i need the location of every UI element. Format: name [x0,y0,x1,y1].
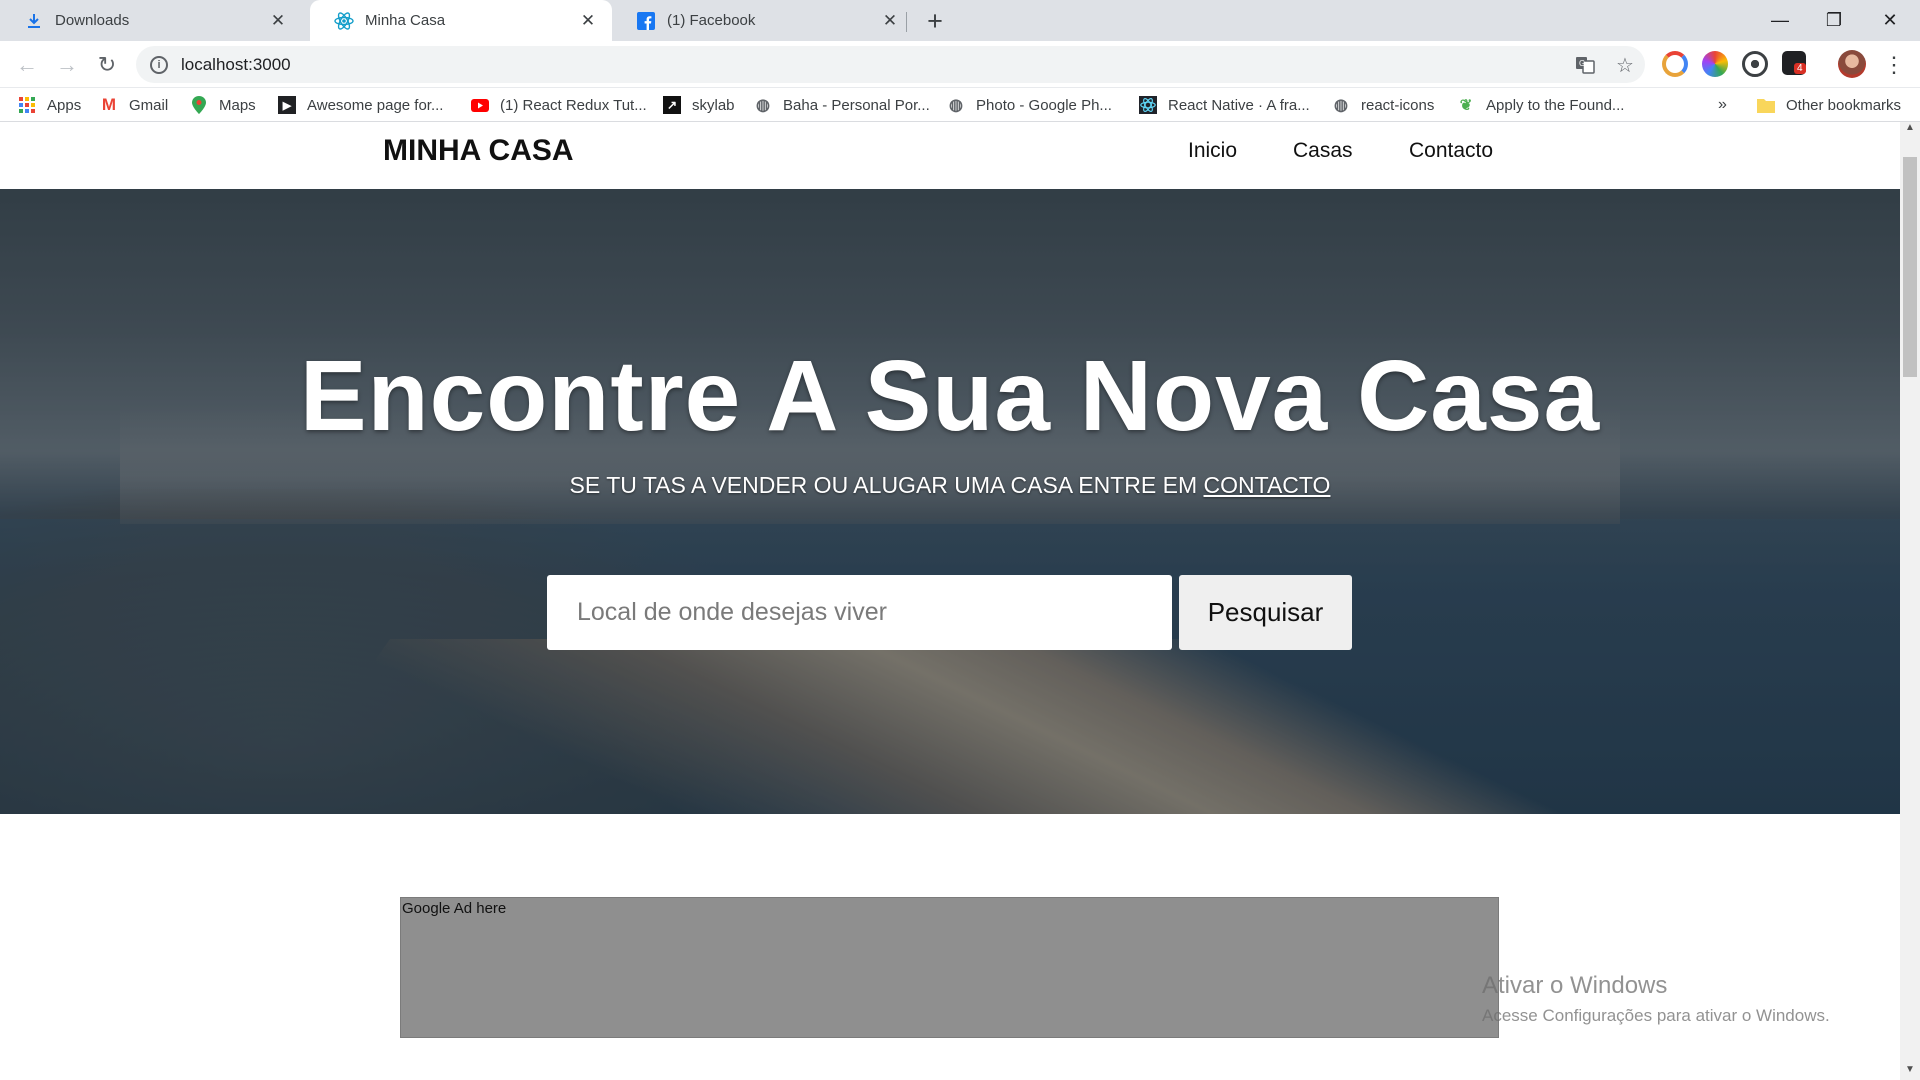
skylab-icon: ↗ [663,96,681,114]
bookmark-react-redux[interactable]: (1) React Redux Tut... [471,88,647,122]
scrollbar-thumb[interactable] [1903,157,1917,377]
bookmark-label: (1) React Redux Tut... [500,96,647,114]
url-text: localhost:3000 [181,54,291,74]
bookmark-page-icon: ▶ [278,96,296,114]
folder-icon [1757,96,1775,114]
leaf-icon: ❦ [1459,97,1473,114]
tab-title: Minha Casa [365,12,446,29]
bookmark-label: Other bookmarks [1786,96,1902,114]
bookmark-label: Apps [47,96,82,114]
tab-strip: Downloads ✕ Minha Casa ✕ (1) Facebook ✕ … [0,0,1920,41]
close-icon[interactable]: ✕ [578,11,598,31]
react-icon [334,11,354,31]
other-bookmarks[interactable]: Other bookmarks [1757,88,1901,122]
forward-button[interactable]: → [51,49,83,81]
hero-title: Encontre A Sua Nova Casa [299,340,1601,452]
bookmark-label: Gmail [129,96,169,114]
bookmark-google-photos[interactable]: ◍ Photo - Google Ph... [947,88,1112,122]
translate-icon[interactable]: G [1569,49,1601,81]
page-viewport: MINHA CASA Inicio Casas Contacto Encontr… [0,122,1920,1080]
restore-button[interactable]: ❐ [1806,0,1862,41]
windows-activation-watermark: Ativar o Windows Acesse Configurações pa… [1482,972,1830,1026]
ad-placeholder: Google Ad here [400,897,1499,1038]
apps-grid-icon [18,96,36,114]
close-icon[interactable]: ✕ [268,11,288,31]
bookmark-label: skylab [692,96,735,114]
hero-subtitle: SE TU TAS A VENDER OU ALUGAR UMA CASA EN… [0,472,1900,499]
tab-title: (1) Facebook [667,12,756,29]
extension-badge: 4 [1794,63,1806,74]
ad-label: Google Ad here [402,900,507,917]
bookmarks-bar: Apps M Gmail Maps ▶ Awesome page for... … [0,88,1920,122]
address-bar[interactable]: i localhost:3000 [136,46,1645,83]
hero-banner: Encontre A Sua Nova Casa SE TU TAS A VEN… [0,189,1900,814]
bookmark-label: Baha - Personal Por... [783,96,930,114]
watermark-title: Ativar o Windows [1482,972,1668,999]
gmail-icon: M [101,95,117,114]
bookmark-label: Awesome page for... [307,96,444,114]
location-search-input[interactable] [547,575,1172,650]
bookmark-apply-foundation[interactable]: ❦ Apply to the Found... [1457,88,1625,122]
nav-link-inicio[interactable]: Inicio [1188,139,1237,163]
maps-icon [190,96,208,114]
watermark-subtitle: Acesse Configurações para ativar o Windo… [1482,1006,1830,1025]
bookmark-label: Apply to the Found... [1486,96,1625,114]
site-logo[interactable]: MINHA CASA [383,134,574,168]
scroll-up-arrow-icon[interactable]: ▲ [1900,122,1920,138]
bookmark-apps[interactable]: Apps [18,88,81,122]
reload-button[interactable]: ↻ [91,49,123,81]
tab-facebook[interactable]: (1) Facebook ✕ [612,0,914,41]
download-icon [24,11,44,31]
tab-separator [906,12,907,32]
site-info-icon[interactable]: i [150,55,168,74]
bookmark-gmail[interactable]: M Gmail [100,88,168,122]
bookmark-react-icons[interactable]: ◍ react-icons [1332,88,1434,122]
bookmark-baha[interactable]: ◍ Baha - Personal Por... [754,88,930,122]
facebook-icon [636,11,656,31]
nav-link-casas[interactable]: Casas [1293,139,1353,163]
tab-minha-casa[interactable]: Minha Casa ✕ [310,0,612,41]
notifications-extension-icon[interactable]: 4 [1782,51,1806,75]
target-extension-icon[interactable] [1742,51,1768,77]
window-close-button[interactable]: ✕ [1862,0,1918,41]
react-icon [1139,96,1157,114]
bookmark-label: Photo - Google Ph... [976,96,1112,114]
page-scrollbar[interactable]: ▲ ▼ [1900,122,1920,1080]
close-icon[interactable]: ✕ [880,11,900,31]
bookmark-label: react-icons [1361,96,1435,114]
browser-toolbar: ← → ↻ i localhost:3000 G ☆ 4 ⋮ [0,41,1920,88]
svg-text:G: G [1579,59,1585,68]
color-picker-extension-icon[interactable] [1702,51,1728,77]
extension-circle-icon[interactable] [1662,51,1688,77]
search-button[interactable]: Pesquisar [1179,575,1352,650]
new-tab-button[interactable]: + [918,4,952,38]
globe-icon: ◍ [1334,97,1348,114]
tab-downloads[interactable]: Downloads ✕ [0,0,302,41]
scroll-down-arrow-icon[interactable]: ▼ [1900,1064,1920,1080]
bookmark-label: React Native · A fra... [1168,96,1310,114]
tab-title: Downloads [55,12,130,29]
youtube-icon [471,96,489,114]
bookmark-skylab[interactable]: ↗ skylab [663,88,735,122]
hero-subtitle-text: SE TU TAS A VENDER OU ALUGAR UMA CASA EN… [569,472,1198,498]
bookmark-awesome-page[interactable]: ▶ Awesome page for... [278,88,443,122]
globe-icon: ◍ [949,97,963,114]
nav-link-contacto[interactable]: Contacto [1409,139,1493,163]
globe-icon: ◍ [756,97,770,114]
bookmark-label: Maps [219,96,256,114]
back-button[interactable]: ← [11,49,43,81]
menu-kebab-icon[interactable]: ⋮ [1878,49,1910,81]
bookmark-react-native[interactable]: React Native · A fra... [1139,88,1310,122]
bookmarks-overflow-button[interactable]: » [1718,88,1727,122]
site-navbar: MINHA CASA Inicio Casas Contacto [0,122,1900,189]
bookmark-maps[interactable]: Maps [190,88,256,122]
avatar[interactable] [1838,50,1866,78]
minimize-button[interactable]: — [1752,0,1808,41]
hero-overlay [0,189,1900,814]
contact-link[interactable]: CONTACTO [1204,472,1331,498]
bookmark-star-icon[interactable]: ☆ [1609,49,1641,81]
